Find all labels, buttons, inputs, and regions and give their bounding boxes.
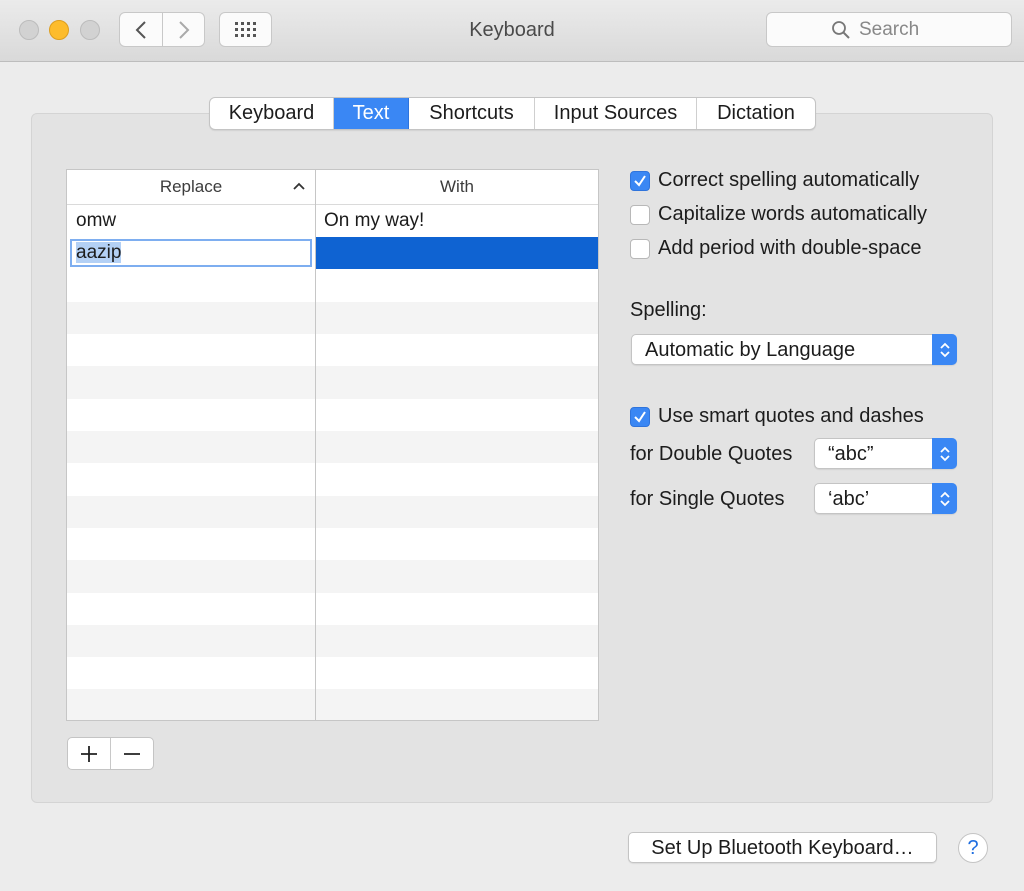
spelling-popup[interactable]: Automatic by Language <box>631 334 957 365</box>
add-button[interactable] <box>68 738 111 769</box>
tab-shortcuts[interactable]: Shortcuts <box>409 98 535 129</box>
double-quotes-label: for Double Quotes <box>630 443 793 465</box>
spelling-label: Spelling: <box>630 299 707 321</box>
remove-button[interactable] <box>111 738 153 769</box>
empty-row <box>67 366 598 399</box>
empty-row <box>67 495 598 528</box>
popup-stepper <box>932 483 957 514</box>
empty-row <box>67 399 598 431</box>
search-placeholder: Search <box>859 19 920 40</box>
tab-text[interactable]: Text <box>334 98 409 129</box>
column-header-replace-label: Replace <box>159 177 223 196</box>
add-period-label: Add period with double-space <box>658 237 922 259</box>
empty-row <box>67 593 598 625</box>
capitalize-words-checkbox[interactable] <box>630 204 650 225</box>
single-quotes-popup[interactable]: ‘abc’ <box>814 483 957 514</box>
help-button[interactable]: ? <box>958 833 988 863</box>
column-header-with-label: With <box>440 177 474 196</box>
add-period-option[interactable]: Add period with double-space <box>630 237 922 260</box>
replace-cell: omw <box>76 210 117 231</box>
text-replacement-table[interactable]: Replace With omw On my way! aazip <box>66 169 599 721</box>
smart-quotes-label: Use smart quotes and dashes <box>658 405 924 427</box>
empty-row <box>67 528 598 560</box>
empty-row <box>67 334 598 366</box>
add-period-checkbox[interactable] <box>630 238 650 259</box>
empty-row <box>67 657 598 689</box>
column-header-replace[interactable]: Replace <box>67 170 315 204</box>
checkmark-icon <box>634 410 646 423</box>
plus-icon <box>81 745 97 762</box>
spelling-value: Automatic by Language <box>645 339 856 361</box>
empty-row <box>67 431 598 464</box>
smart-quotes-option[interactable]: Use smart quotes and dashes <box>630 405 924 428</box>
correct-spelling-label: Correct spelling automatically <box>658 169 920 191</box>
empty-row <box>67 463 598 495</box>
column-divider <box>315 170 316 720</box>
double-quotes-value: “abc” <box>828 443 874 465</box>
table-header: Replace With <box>67 170 598 205</box>
table-row-selected[interactable]: aazip <box>67 237 598 270</box>
tab-keyboard[interactable]: Keyboard <box>210 98 334 129</box>
single-quotes-value: ‘abc’ <box>828 488 870 510</box>
single-quotes-label: for Single Quotes <box>630 488 785 510</box>
capitalize-words-option[interactable]: Capitalize words automatically <box>630 203 927 226</box>
empty-row <box>67 624 598 658</box>
with-cell: On my way! <box>324 210 425 231</box>
minus-icon <box>124 752 140 755</box>
sort-ascending-icon <box>293 182 305 190</box>
capitalize-words-label: Capitalize words automatically <box>658 203 928 225</box>
title-bar: Keyboard Search <box>0 0 1024 62</box>
setup-bluetooth-keyboard-button[interactable]: Set Up Bluetooth Keyboard… <box>628 832 937 863</box>
correct-spelling-option[interactable]: Correct spelling automatically <box>630 169 919 192</box>
empty-row <box>67 689 598 720</box>
double-quotes-popup[interactable]: “abc” <box>814 438 957 469</box>
table-rows: omw On my way! aazip <box>67 205 598 720</box>
up-down-arrows-icon <box>939 342 950 357</box>
add-remove-buttons <box>67 737 154 770</box>
empty-row <box>67 270 598 302</box>
checkmark-icon <box>634 174 646 187</box>
search-field[interactable]: Search <box>766 12 1012 47</box>
correct-spelling-checkbox[interactable] <box>630 170 650 191</box>
selection-highlight <box>316 237 598 270</box>
popup-stepper <box>932 334 957 365</box>
smart-quotes-checkbox[interactable] <box>630 406 650 427</box>
empty-row <box>67 301 598 335</box>
up-down-arrows-icon <box>939 446 950 461</box>
replace-edit-field[interactable]: aazip <box>70 239 312 268</box>
up-down-arrows-icon <box>939 491 950 506</box>
tab-bar: Keyboard Text Shortcuts Input Sources Di… <box>209 97 816 130</box>
column-header-with[interactable]: With <box>316 170 598 204</box>
search-icon <box>832 21 850 39</box>
popup-stepper <box>932 438 957 469</box>
replace-edit-text: aazip <box>76 242 122 264</box>
tab-dictation[interactable]: Dictation <box>697 98 815 129</box>
empty-row <box>67 560 598 593</box>
table-row[interactable]: omw On my way! <box>67 205 598 237</box>
tab-input-sources[interactable]: Input Sources <box>535 98 697 129</box>
